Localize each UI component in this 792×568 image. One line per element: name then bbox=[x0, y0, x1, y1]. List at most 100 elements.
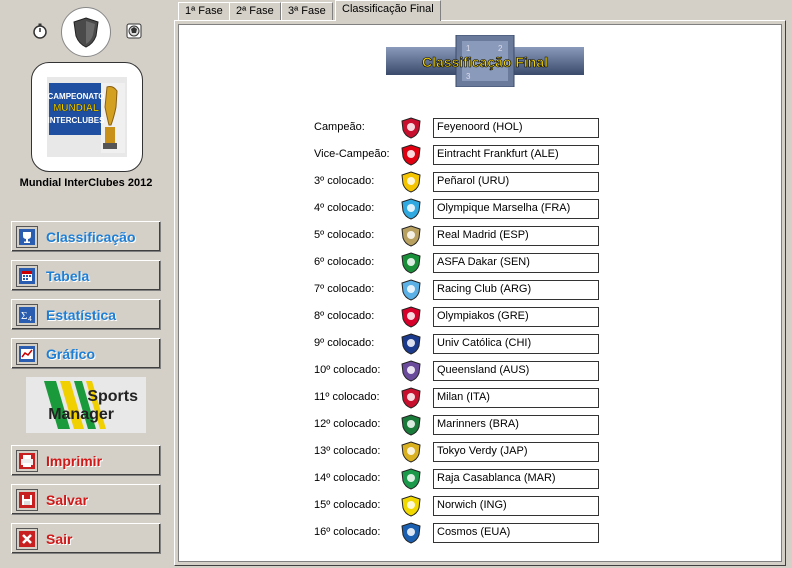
position-label: 14º colocado: bbox=[314, 472, 381, 484]
sports-text: Sports bbox=[87, 388, 138, 405]
tab-3a-fase[interactable]: 3ª Fase bbox=[281, 2, 333, 20]
team-field[interactable]: Tokyo Verdy (JAP) bbox=[433, 442, 599, 462]
sair-label: Sair bbox=[46, 530, 73, 547]
main-area: 1ª Fase 2ª Fase 3ª Fase Classificação Fi… bbox=[172, 0, 792, 568]
team-crest-icon bbox=[400, 441, 422, 463]
champ-logo-line2: MUNDIAL bbox=[53, 103, 99, 114]
position-label: 10º colocado: bbox=[314, 364, 381, 376]
grafico-button[interactable]: Gráfico bbox=[11, 338, 161, 369]
team-crest-icon bbox=[400, 225, 422, 247]
team-crest-icon bbox=[400, 333, 422, 355]
position-label: Vice-Campeão: bbox=[314, 148, 390, 160]
team-field[interactable]: Milan (ITA) bbox=[433, 388, 599, 408]
salvar-button[interactable]: Salvar bbox=[11, 484, 161, 515]
estatistica-button[interactable]: Σ4 Estatística bbox=[11, 299, 161, 330]
standing-row: Campeão: Feyenoord (HOL) bbox=[179, 117, 783, 139]
team-field[interactable]: Univ Católica (CHI) bbox=[433, 334, 599, 354]
banner-digit-3: 3 bbox=[466, 72, 471, 81]
team-field[interactable]: Raja Casablanca (MAR) bbox=[433, 469, 599, 489]
standing-row: 4º colocado: Olympique Marselha (FRA) bbox=[179, 198, 783, 220]
position-label: Campeão: bbox=[314, 121, 365, 133]
banner-digit-2: 2 bbox=[498, 44, 503, 53]
team-field[interactable]: Eintracht Frankfurt (ALE) bbox=[433, 145, 599, 165]
classificacao-label: Classificação bbox=[46, 228, 136, 245]
team-field[interactable]: Feyenoord (HOL) bbox=[433, 118, 599, 138]
standing-row: 14º colocado: Raja Casablanca (MAR) bbox=[179, 468, 783, 490]
classificacao-button[interactable]: Classificação bbox=[11, 221, 161, 252]
position-label: 13º colocado: bbox=[314, 445, 381, 457]
imprimir-button[interactable]: Imprimir bbox=[11, 445, 161, 476]
ball-icon[interactable] bbox=[123, 20, 145, 42]
standing-row: 16º colocado: Cosmos (EUA) bbox=[179, 522, 783, 544]
imprimir-label: Imprimir bbox=[46, 452, 103, 469]
svg-text:Σ: Σ bbox=[21, 310, 27, 322]
champ-logo-line3: INTERCLUBES bbox=[48, 116, 106, 125]
standing-row: 3º colocado: Peñarol (URU) bbox=[179, 171, 783, 193]
team-crest-icon bbox=[400, 495, 422, 517]
team-crest-icon bbox=[400, 117, 422, 139]
team-field[interactable]: Racing Club (ARG) bbox=[433, 280, 599, 300]
position-label: 9º colocado: bbox=[314, 337, 375, 349]
team-field[interactable]: ASFA Dakar (SEN) bbox=[433, 253, 599, 273]
position-label: 12º colocado: bbox=[314, 418, 381, 430]
team-field[interactable]: Norwich (ING) bbox=[433, 496, 599, 516]
classificacao-final-banner: 1 2 3 Classificação Final bbox=[386, 34, 584, 88]
team-crest-icon bbox=[400, 387, 422, 409]
team-crest-icon bbox=[400, 252, 422, 274]
standing-row: 10º colocado: Queensland (AUS) bbox=[179, 360, 783, 382]
sair-button[interactable]: Sair bbox=[11, 523, 161, 554]
standing-row: Vice-Campeão: Eintracht Frankfurt (ALE) bbox=[179, 144, 783, 166]
standing-row: 11º colocado: Milan (ITA) bbox=[179, 387, 783, 409]
standings-panel: 1 2 3 Classificação Final Campeão: Feyeno… bbox=[178, 24, 782, 562]
stopwatch-icon[interactable] bbox=[29, 20, 51, 42]
salvar-label: Salvar bbox=[46, 491, 89, 508]
position-label: 15º colocado: bbox=[314, 499, 381, 511]
team-crest-icon bbox=[400, 198, 422, 220]
team-crest-icon bbox=[400, 360, 422, 382]
standing-row: 13º colocado: Tokyo Verdy (JAP) bbox=[179, 441, 783, 463]
team-crest-icon bbox=[400, 279, 422, 301]
team-field[interactable]: Real Madrid (ESP) bbox=[433, 226, 599, 246]
tab-2a-fase[interactable]: 2ª Fase bbox=[229, 2, 281, 20]
team-field[interactable]: Olympique Marselha (FRA) bbox=[433, 199, 599, 219]
tabela-label: Tabela bbox=[46, 267, 90, 284]
banner-digit-1: 1 bbox=[466, 44, 471, 53]
tab-classificacao-final[interactable]: Classificação Final bbox=[335, 0, 441, 21]
standing-row: 5º colocado: Real Madrid (ESP) bbox=[179, 225, 783, 247]
chart-icon bbox=[16, 342, 38, 365]
close-icon bbox=[16, 527, 38, 550]
sidebar: CAMPEONATO MUNDIAL INTERCLUBES Mundial I… bbox=[0, 0, 172, 568]
tab-panel: 1 2 3 Classificação Final Campeão: Feyeno… bbox=[174, 20, 786, 566]
standing-row: 15º colocado: Norwich (ING) bbox=[179, 495, 783, 517]
position-label: 7º colocado: bbox=[314, 283, 375, 295]
trophy-icon bbox=[16, 225, 38, 248]
position-label: 3º colocado: bbox=[314, 175, 375, 187]
tab-1a-fase[interactable]: 1ª Fase bbox=[178, 2, 230, 20]
calendar-icon bbox=[16, 264, 38, 287]
standing-row: 12º colocado: Marinners (BRA) bbox=[179, 414, 783, 436]
position-label: 6º colocado: bbox=[314, 256, 375, 268]
championship-name: Mundial InterClubes 2012 bbox=[19, 177, 153, 189]
champ-logo-line1: CAMPEONATO bbox=[47, 92, 104, 101]
team-field[interactable]: Cosmos (EUA) bbox=[433, 523, 599, 543]
tabela-button[interactable]: Tabela bbox=[11, 260, 161, 291]
manager-text: Manager bbox=[48, 406, 114, 423]
team-field[interactable]: Peñarol (URU) bbox=[433, 172, 599, 192]
sigma-icon: Σ4 bbox=[16, 303, 38, 326]
team-crest-icon bbox=[400, 468, 422, 490]
position-label: 4º colocado: bbox=[314, 202, 375, 214]
save-icon bbox=[16, 488, 38, 511]
team-crest-icon bbox=[400, 144, 422, 166]
team-field[interactable]: Marinners (BRA) bbox=[433, 415, 599, 435]
championship-logo: CAMPEONATO MUNDIAL INTERCLUBES bbox=[31, 62, 143, 172]
team-crest-icon bbox=[400, 306, 422, 328]
team-field[interactable]: Queensland (AUS) bbox=[433, 361, 599, 381]
team-field[interactable]: Olympiakos (GRE) bbox=[433, 307, 599, 327]
shield-logo[interactable] bbox=[61, 7, 111, 57]
svg-text:4: 4 bbox=[28, 316, 32, 323]
standing-row: 7º colocado: Racing Club (ARG) bbox=[179, 279, 783, 301]
standing-row: 8º colocado: Olympiakos (GRE) bbox=[179, 306, 783, 328]
estatistica-label: Estatística bbox=[46, 306, 117, 323]
team-crest-icon bbox=[400, 414, 422, 436]
team-crest-icon bbox=[400, 522, 422, 544]
